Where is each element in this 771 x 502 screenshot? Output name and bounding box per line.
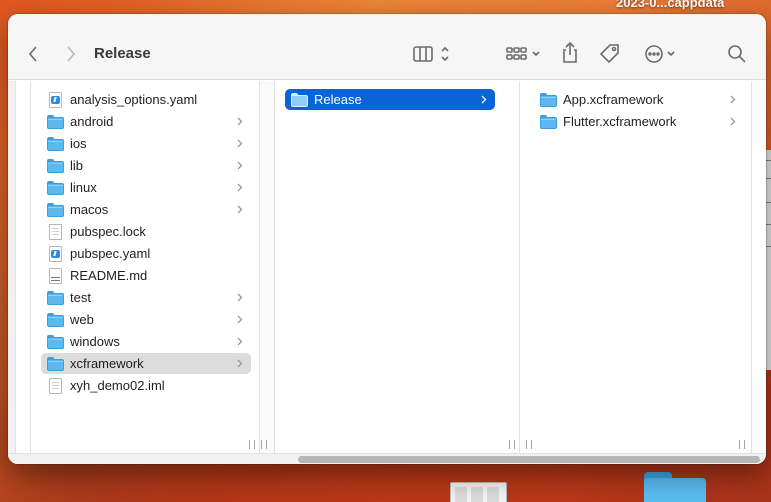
folder-icon — [47, 114, 64, 129]
disclosure-chevron-icon — [479, 93, 489, 106]
item-label: pubspec.yaml — [70, 246, 151, 261]
item-label: test — [70, 290, 91, 305]
action-menu-button[interactable] — [642, 42, 682, 66]
column-resize-handle[interactable] — [526, 440, 532, 449]
dock-folder-icon[interactable] — [644, 472, 706, 502]
item-label: ios — [70, 136, 87, 151]
column-browser: analysis_options.yamlandroid ios lib linux m… — [8, 81, 766, 464]
item-label: linux — [70, 180, 97, 195]
yaml-file-icon — [49, 91, 62, 108]
horizontal-scroll-thumb[interactable] — [298, 456, 760, 463]
previous-column-edge[interactable] — [8, 81, 16, 453]
document-icon — [49, 377, 62, 394]
item-label: README.md — [70, 268, 148, 283]
grid-group-icon — [506, 47, 540, 60]
disclosure-chevron-icon — [235, 115, 245, 128]
folder-row[interactable]: test — [41, 287, 251, 308]
folder-icon — [47, 180, 64, 195]
horizontal-scrollbar[interactable] — [8, 453, 766, 464]
yaml-file-icon — [49, 245, 62, 262]
item-label: pubspec.lock — [70, 224, 146, 239]
item-label: App.xcframework — [563, 92, 664, 107]
folder-icon — [47, 202, 64, 217]
column-view-icon — [413, 46, 449, 62]
folder-row[interactable]: App.xcframework — [534, 89, 744, 110]
folder-row[interactable]: Flutter.xcframework — [534, 111, 744, 132]
back-button[interactable] — [22, 42, 44, 66]
item-label: analysis_options.yaml — [70, 92, 198, 107]
column-3: App.xcframework Flutter.xcframework — [520, 81, 752, 453]
item-label: windows — [70, 334, 120, 349]
window-title: Release — [94, 45, 151, 62]
file-row[interactable]: pubspec.yaml — [41, 243, 251, 264]
folder-icon — [47, 334, 64, 349]
folder-row[interactable]: android — [41, 111, 251, 132]
folder-icon — [47, 136, 64, 151]
folder-icon — [540, 92, 557, 107]
file-row[interactable]: xyh_demo02.iml — [41, 375, 251, 396]
folder-row[interactable]: lib — [41, 155, 251, 176]
disclosure-chevron-icon — [728, 93, 738, 106]
folder-row[interactable]: linux — [41, 177, 251, 198]
disclosure-chevron-icon — [235, 357, 245, 370]
column-gap — [260, 81, 274, 453]
folder-icon — [291, 92, 308, 107]
item-label: xyh_demo02.iml — [70, 378, 165, 393]
markdown-file-icon — [49, 267, 62, 284]
file-row[interactable]: analysis_options.yaml — [41, 89, 251, 110]
chevron-right-icon — [67, 46, 76, 62]
column-resize-handle[interactable] — [249, 440, 255, 449]
dock-window-thumbnail[interactable] — [450, 482, 507, 502]
disclosure-chevron-icon — [235, 159, 245, 172]
file-row[interactable]: README.md — [41, 265, 251, 286]
column-resize-handle[interactable] — [509, 440, 515, 449]
disclosure-chevron-icon — [728, 115, 738, 128]
column-resize-handle[interactable] — [261, 440, 267, 449]
folder-icon — [47, 312, 64, 327]
folder-row[interactable]: ios — [41, 133, 251, 154]
folder-icon — [47, 356, 64, 371]
disclosure-chevron-icon — [235, 313, 245, 326]
chevron-left-icon — [28, 46, 37, 62]
item-label: web — [70, 312, 94, 327]
group-button[interactable] — [504, 42, 544, 66]
search-button[interactable] — [726, 42, 748, 66]
folder-row[interactable]: macos — [41, 199, 251, 220]
column-2: Release — [261, 81, 520, 453]
folder-icon — [47, 158, 64, 173]
tag-button[interactable] — [598, 42, 622, 66]
ellipsis-circle-icon — [645, 45, 675, 63]
column-1: analysis_options.yamlandroid ios lib linux m… — [30, 81, 260, 453]
item-label: lib — [70, 158, 84, 173]
disclosure-chevron-icon — [235, 203, 245, 216]
folder-row[interactable]: Release — [285, 89, 495, 110]
desktop-file-label[interactable]: 2023-0...cappdata — [616, 0, 724, 10]
item-label: macos — [70, 202, 109, 217]
folder-icon — [540, 114, 557, 129]
folder-icon — [47, 290, 64, 305]
item-label: android — [70, 114, 114, 129]
magnifier-icon — [728, 45, 746, 63]
finder-window: Release analysis_options.yaml android io… — [8, 14, 766, 464]
tag-icon — [599, 44, 619, 64]
share-icon — [563, 41, 577, 63]
item-label: Release — [314, 92, 362, 107]
item-label: xcframework — [70, 356, 144, 371]
disclosure-chevron-icon — [235, 335, 245, 348]
file-row[interactable]: pubspec.lock — [41, 221, 251, 242]
disclosure-chevron-icon — [235, 137, 245, 150]
folder-row[interactable]: xcframework — [41, 353, 251, 374]
column-resize-handle[interactable] — [739, 440, 745, 449]
document-icon — [49, 223, 62, 240]
forward-button[interactable] — [60, 42, 82, 66]
item-label: Flutter.xcframework — [563, 114, 677, 129]
folder-row[interactable]: windows — [41, 331, 251, 352]
view-mode-button[interactable] — [410, 42, 456, 66]
disclosure-chevron-icon — [235, 291, 245, 304]
finder-toolbar: Release — [8, 14, 766, 80]
disclosure-chevron-icon — [235, 181, 245, 194]
folder-row[interactable]: web — [41, 309, 251, 330]
share-button[interactable] — [560, 40, 580, 66]
